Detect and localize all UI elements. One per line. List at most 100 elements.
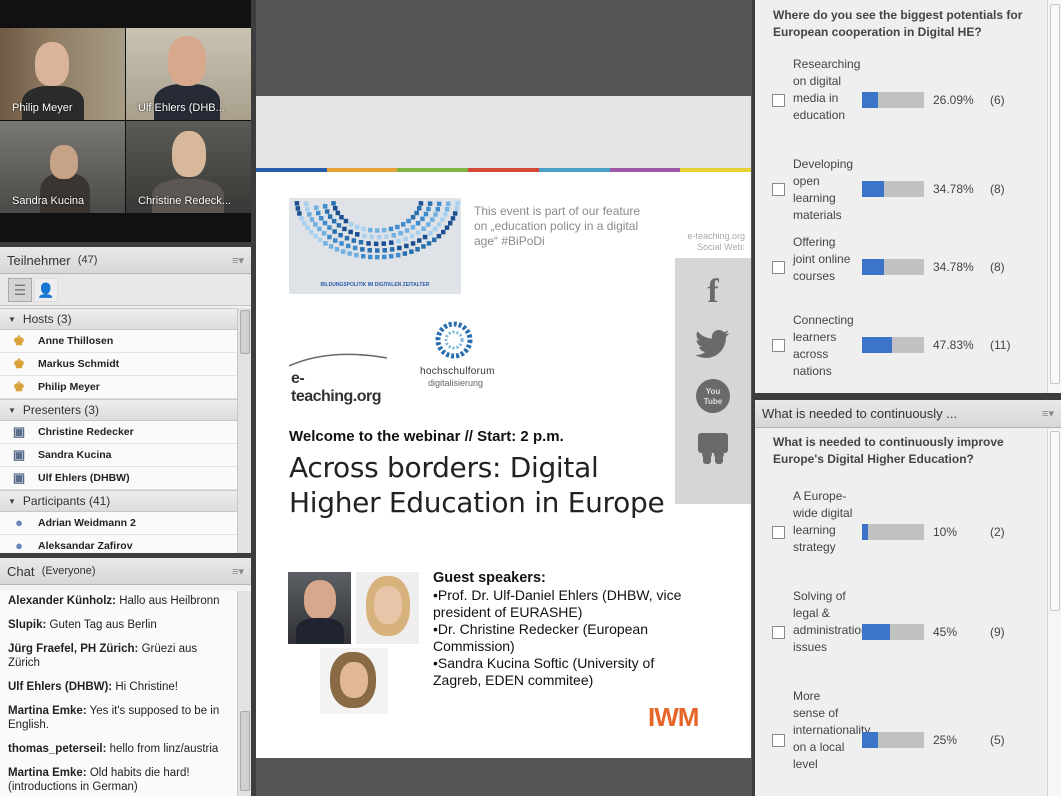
scroll-thumb[interactable] [240, 310, 250, 354]
logo-dot [450, 216, 456, 221]
logo-dot [420, 216, 425, 222]
poll-checkbox[interactable] [772, 339, 785, 352]
poll-scrollbar[interactable] [1047, 429, 1061, 796]
iwm-logo: IWM [648, 702, 699, 732]
list-item[interactable]: ♚ Anne Thillosen [0, 330, 237, 353]
logo-dot [440, 217, 445, 222]
logo-dot [454, 206, 459, 211]
list-item[interactable]: ♚ Philip Meyer [0, 376, 237, 399]
poll-checkbox[interactable] [772, 734, 785, 747]
video-tile[interactable]: Sandra Kucina [0, 121, 125, 213]
social-panel: f You Tube [675, 258, 751, 504]
logo-dot [389, 247, 395, 252]
attendee-scrollbar[interactable] [237, 308, 251, 553]
logo-dot [347, 251, 352, 256]
list-item[interactable]: ● Aleksandar Zafirov [0, 535, 237, 553]
poll-result-fill [862, 92, 879, 108]
slideshare-icon[interactable] [695, 430, 731, 466]
logo-dot [395, 252, 401, 258]
poll-option: Researching on digital media in educatio… [755, 56, 1045, 144]
bipodi-logo-graphic: BILDUNGSPOLITIK IM DIGITALEN ZEITALTER [294, 201, 460, 288]
group-hosts[interactable]: ▼ Hosts (3) [0, 308, 237, 330]
poll-header: What is needed to continuously ... ≡▾ [755, 400, 1061, 428]
logo-dot [317, 226, 322, 232]
poll-pod-title: What is needed to continuously ... [762, 406, 958, 421]
attendees-title: Teilnehmer [7, 252, 71, 268]
pod-menu-icon[interactable]: ≡▾ [232, 565, 244, 578]
logo-dot [455, 201, 460, 206]
logo-dot [409, 233, 415, 239]
logo-dot [349, 222, 354, 227]
poll-checkbox[interactable] [772, 183, 785, 196]
scroll-thumb[interactable] [1050, 431, 1060, 611]
poll-checkbox[interactable] [772, 626, 785, 639]
hochschulforum-mark-icon [435, 321, 473, 359]
logo-dot [344, 235, 350, 241]
logo-dot [446, 201, 451, 206]
logo-dot [436, 222, 442, 227]
logo-dot [334, 247, 340, 252]
logo-dot [339, 241, 344, 246]
video-tile[interactable]: Philip Meyer [0, 28, 125, 120]
attendee-list: ▼ Hosts (3) ♚ Anne Thillosen ♚ Markus Schmi… [0, 308, 237, 553]
list-view-icon[interactable]: ☰ [8, 277, 32, 302]
poll-result-bar [862, 259, 924, 275]
logo-dot [384, 234, 389, 239]
poll-checkbox[interactable] [772, 526, 785, 539]
guest-speakers: Guest speakers: •Prof. Dr. Ulf-Daniel Eh… [433, 570, 703, 689]
status-view-icon[interactable]: 👤 [34, 277, 58, 302]
poll-result-bar [862, 92, 924, 108]
poll-option: Solving of legal & administrational issu… [755, 588, 1045, 676]
youtube-icon[interactable]: You Tube [695, 378, 731, 414]
logo-dot [348, 229, 353, 235]
group-participants[interactable]: ▼ Participants (41) [0, 490, 237, 512]
poll-percent: 26.09% [933, 93, 974, 107]
list-item[interactable]: ▣ Christine Redecker [0, 421, 237, 444]
logo-dot [389, 240, 394, 245]
logo-dot [415, 230, 421, 235]
logo-dot [417, 206, 422, 211]
poll-percent: 34.78% [933, 182, 974, 196]
logo-dot [328, 244, 334, 249]
video-tile[interactable]: Christine Redeck... [126, 121, 251, 213]
list-item[interactable]: ● Adrian Weidmann 2 [0, 512, 237, 535]
poll-percent: 34.78% [933, 260, 974, 274]
participant-icon: ● [15, 515, 23, 530]
logo-dot [402, 251, 408, 256]
logo-dot [376, 234, 382, 240]
logo-dot [322, 204, 328, 209]
logo-dot [415, 247, 420, 252]
poll-scrollbar[interactable] [1047, 0, 1061, 393]
poll-pod-2: What is needed to continuously ... ≡▾ Wh… [755, 400, 1061, 796]
pod-menu-icon[interactable]: ≡▾ [232, 254, 244, 267]
list-item[interactable]: ▣ Sandra Kucina [0, 444, 237, 467]
pod-menu-icon[interactable]: ≡▾ [1042, 407, 1054, 420]
twitter-icon[interactable] [695, 326, 731, 362]
scroll-thumb[interactable] [240, 711, 250, 791]
poll-checkbox[interactable] [772, 261, 785, 274]
list-item[interactable]: ▣ Ulf Ehlers (DHBW) [0, 467, 237, 490]
collapse-arrow-icon[interactable]: ▼ [8, 406, 16, 415]
chat-scrollbar[interactable] [237, 591, 251, 796]
poll-result-fill [862, 624, 890, 640]
scroll-thumb[interactable] [1050, 4, 1060, 384]
presenter-icon: ▣ [12, 424, 26, 439]
facebook-icon[interactable]: f [695, 273, 731, 310]
group-presenters[interactable]: ▼ Presenters (3) [0, 399, 237, 421]
poll-count: (2) [990, 525, 1005, 539]
list-item[interactable]: ♚ Markus Schmidt [0, 353, 237, 376]
poll-result-fill [862, 732, 878, 748]
video-tile[interactable]: Ulf Ehlers (DHB... [126, 28, 251, 120]
collapse-arrow-icon[interactable]: ▼ [8, 315, 16, 324]
collapse-arrow-icon[interactable]: ▼ [8, 497, 16, 506]
logo-dot [340, 249, 346, 254]
logo-dot [338, 232, 343, 238]
poll-result-fill [862, 337, 892, 353]
poll-option: Connecting learners across nations 47.83%… [755, 312, 1045, 378]
poll-option-label: Offering joint online courses [793, 235, 851, 283]
chat-title: Chat [7, 563, 35, 579]
video-name: Sandra Kucina [12, 195, 85, 207]
poll-checkbox[interactable] [772, 94, 785, 107]
poll-option: Offering joint online courses 34.78% (8) [755, 234, 1045, 300]
logo-dot [391, 233, 396, 238]
